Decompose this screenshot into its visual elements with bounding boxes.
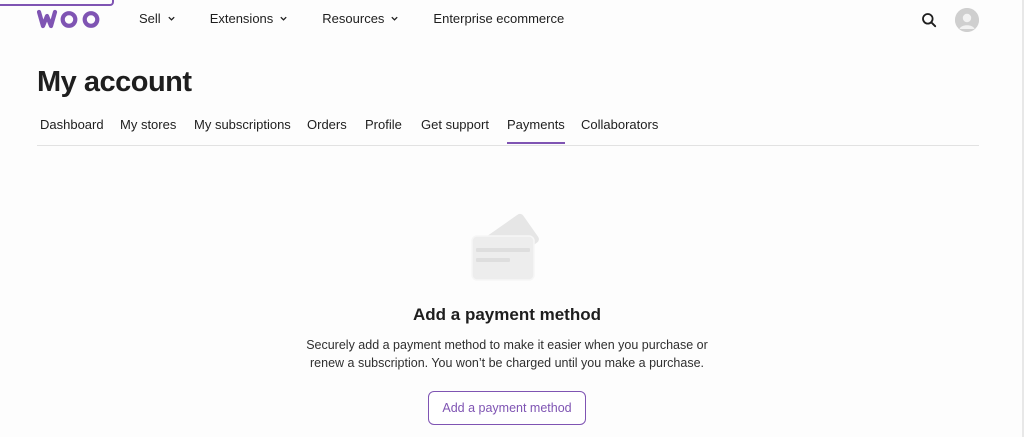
- tab-get-support[interactable]: Get support: [421, 117, 489, 132]
- add-payment-method-button[interactable]: Add a payment method: [428, 391, 586, 425]
- nav-enterprise-ecommerce[interactable]: Enterprise ecommerce: [433, 11, 564, 26]
- tab-collaborators[interactable]: Collaborators: [581, 117, 658, 132]
- nav-extensions[interactable]: Extensions: [210, 11, 289, 26]
- chevron-down-icon: [168, 16, 175, 21]
- search-icon[interactable]: [921, 12, 937, 28]
- page-title: My account: [37, 66, 192, 98]
- tab-profile[interactable]: Profile: [365, 117, 402, 132]
- tab-my-subscriptions[interactable]: My subscriptions: [194, 117, 291, 132]
- nav-enterprise-label: Enterprise ecommerce: [433, 11, 565, 26]
- chevron-down-icon: [280, 16, 287, 21]
- nav-resources[interactable]: Resources: [322, 11, 399, 26]
- nav-resources-label: Resources: [322, 11, 385, 26]
- nav-sell-label: Sell: [139, 11, 161, 26]
- woo-logo[interactable]: woo: [37, 8, 105, 30]
- main-nav: Sell Extensions Resources Enterprise eco…: [139, 11, 598, 26]
- empty-state-description: Securely add a payment method to make it…: [306, 338, 708, 370]
- user-avatar[interactable]: [955, 8, 979, 32]
- tab-orders[interactable]: Orders: [307, 117, 347, 132]
- top-navigation-bar: woo Sell Extensions Resources Enterprise…: [0, 0, 1024, 44]
- nav-extensions-label: Extensions: [209, 11, 274, 26]
- empty-state-title: Add a payment method: [413, 305, 601, 324]
- tab-payments[interactable]: Payments: [507, 117, 565, 144]
- tab-dashboard[interactable]: Dashboard: [40, 117, 104, 132]
- avatar-silhouette-icon: [955, 8, 979, 32]
- chevron-down-icon: [391, 16, 399, 21]
- credit-card-icon: [471, 213, 539, 281]
- nav-sell[interactable]: Sell: [139, 11, 176, 26]
- focus-outline: [0, 0, 114, 6]
- tab-my-stores[interactable]: My stores: [120, 117, 176, 132]
- account-tabs: Dashboard My stores My subscriptions Ord…: [37, 112, 979, 146]
